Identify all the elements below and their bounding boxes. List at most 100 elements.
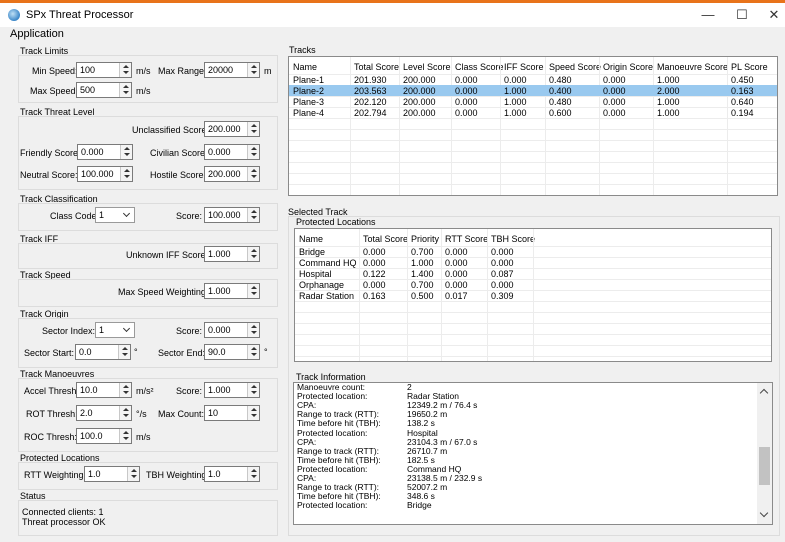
pl-cell[interactable]: 0.000 — [491, 247, 514, 257]
spin-arrows-icon[interactable] — [120, 167, 132, 181]
scroll-down-icon[interactable] — [759, 508, 769, 518]
tracks-cell[interactable]: 1.000 — [504, 108, 527, 118]
spin-arrows-icon[interactable] — [247, 63, 259, 77]
class-code-select[interactable]: 1 — [95, 207, 135, 223]
tracks-cell[interactable]: 200.000 — [403, 86, 436, 96]
spin-arrows-icon[interactable] — [247, 406, 259, 420]
pl-col-header[interactable]: TBH Score — [491, 234, 535, 244]
origin-score-spinbox[interactable]: 0.000 — [204, 322, 260, 338]
tracks-col-header[interactable]: Total Score — [354, 62, 399, 72]
pl-cell[interactable]: 0.309 — [491, 291, 514, 301]
pl-cell[interactable]: 0.000 — [445, 280, 468, 290]
spin-arrows-icon[interactable] — [247, 167, 259, 181]
classification-score-spinbox[interactable]: 100.000 — [204, 207, 260, 223]
tracks-cell[interactable]: 0.450 — [731, 75, 754, 85]
spin-arrows-icon[interactable] — [247, 467, 259, 481]
tracks-cell[interactable]: Plane-1 — [293, 75, 324, 85]
tracks-cell[interactable]: 202.120 — [354, 97, 387, 107]
pl-cell[interactable]: 0.000 — [445, 247, 468, 257]
tracks-col-header[interactable]: Level Score — [403, 62, 451, 72]
tracks-cell[interactable]: 0.600 — [549, 108, 572, 118]
sector-end-spinbox[interactable]: 90.0 — [204, 344, 260, 360]
tracks-col-header[interactable]: Manoeuvre Score — [657, 62, 728, 72]
tracks-col-header[interactable]: Class Score — [455, 62, 504, 72]
pl-cell[interactable]: 0.000 — [363, 247, 386, 257]
spin-arrows-icon[interactable] — [247, 247, 259, 261]
tracks-cell[interactable]: 0.480 — [549, 75, 572, 85]
spin-arrows-icon[interactable] — [247, 383, 259, 397]
tracks-cell[interactable]: 1.000 — [504, 97, 527, 107]
tracks-cell[interactable]: 0.000 — [603, 86, 626, 96]
hostile-score-spinbox[interactable]: 200.000 — [204, 166, 260, 182]
spin-arrows-icon[interactable] — [247, 345, 259, 359]
tracks-cell[interactable]: 0.000 — [455, 108, 478, 118]
pl-cell[interactable]: 0.700 — [411, 247, 434, 257]
maximize-button[interactable]: ☐ — [724, 5, 760, 25]
spin-arrows-icon[interactable] — [247, 208, 259, 222]
spin-arrows-icon[interactable] — [119, 83, 131, 97]
track-information-scrollbar[interactable] — [757, 383, 772, 524]
pl-cell[interactable]: 0.000 — [491, 280, 514, 290]
tracks-cell[interactable]: 0.194 — [731, 108, 754, 118]
tracks-cell[interactable]: 0.000 — [603, 97, 626, 107]
spin-arrows-icon[interactable] — [247, 122, 259, 136]
pl-cell[interactable]: 0.000 — [445, 258, 468, 268]
spin-arrows-icon[interactable] — [119, 406, 131, 420]
tracks-cell[interactable]: 0.000 — [603, 108, 626, 118]
pl-cell[interactable]: 1.400 — [411, 269, 434, 279]
tracks-cell[interactable]: 1.000 — [657, 75, 680, 85]
tracks-cell[interactable]: Plane-4 — [293, 108, 324, 118]
pl-cell[interactable]: Bridge — [299, 247, 325, 257]
tracks-cell[interactable]: 200.000 — [403, 97, 436, 107]
tracks-cell[interactable]: 202.794 — [354, 108, 387, 118]
pl-col-header[interactable]: Name — [299, 234, 323, 244]
pl-cell[interactable]: 0.017 — [445, 291, 468, 301]
pl-cell[interactable]: 0.000 — [363, 280, 386, 290]
tbh-weighting-spinbox[interactable]: 1.0 — [204, 466, 260, 482]
max-range-spinbox[interactable]: 20000 — [204, 62, 260, 78]
accel-thresh-spinbox[interactable]: 10.0 — [76, 382, 132, 398]
pl-cell[interactable]: Hospital — [299, 269, 332, 279]
tracks-cell[interactable]: 201.930 — [354, 75, 387, 85]
scrollbar-thumb[interactable] — [759, 447, 770, 485]
unknown-iff-score-spinbox[interactable]: 1.000 — [204, 246, 260, 262]
roc-thresh-spinbox[interactable]: 100.0 — [76, 428, 132, 444]
tracks-col-header[interactable]: PL Score — [731, 62, 768, 72]
tracks-cell[interactable]: 203.563 — [354, 86, 387, 96]
sector-index-select[interactable]: 1 — [95, 322, 135, 338]
minimize-button[interactable]: — — [690, 5, 726, 25]
tracks-cell[interactable]: 200.000 — [403, 108, 436, 118]
spin-arrows-icon[interactable] — [119, 63, 131, 77]
unclassified-score-spinbox[interactable]: 200.000 — [204, 121, 260, 137]
tracks-col-header[interactable]: Name — [293, 62, 317, 72]
tracks-cell[interactable]: 0.400 — [549, 86, 572, 96]
pl-cell[interactable]: 0.700 — [411, 280, 434, 290]
min-speed-spinbox[interactable]: 100 — [76, 62, 132, 78]
pl-cell[interactable]: 1.000 — [411, 258, 434, 268]
pl-cell[interactable]: 0.000 — [363, 258, 386, 268]
tracks-cell[interactable]: Plane-2 — [293, 86, 324, 96]
tracks-cell[interactable]: 200.000 — [403, 75, 436, 85]
rot-thresh-spinbox[interactable]: 2.0 — [76, 405, 132, 421]
pl-cell[interactable]: 0.000 — [445, 269, 468, 279]
track-information-text[interactable]: Manoeuvre count: 2 Protected location: Rada… — [293, 382, 773, 525]
pl-cell[interactable]: 0.087 — [491, 269, 514, 279]
tracks-cell[interactable]: 0.480 — [549, 97, 572, 107]
neutral-score-spinbox[interactable]: 100.000 — [77, 166, 133, 182]
spin-arrows-icon[interactable] — [247, 145, 259, 159]
pl-cell[interactable]: Radar Station — [299, 291, 354, 301]
pl-cell[interactable]: Orphanage — [299, 280, 344, 290]
spin-arrows-icon[interactable] — [119, 383, 131, 397]
tracks-col-header[interactable]: Speed Score — [549, 62, 601, 72]
max-count-spinbox[interactable]: 10 — [204, 405, 260, 421]
tracks-cell[interactable]: 0.000 — [455, 86, 478, 96]
tracks-cell[interactable]: 0.000 — [455, 75, 478, 85]
tracks-cell[interactable]: 2.000 — [657, 86, 680, 96]
pl-cell[interactable]: 0.122 — [363, 269, 386, 279]
tracks-cell[interactable]: 0.163 — [731, 86, 754, 96]
civilian-score-spinbox[interactable]: 0.000 — [204, 144, 260, 160]
tracks-col-header[interactable]: Origin Score — [603, 62, 653, 72]
spin-arrows-icon[interactable] — [119, 429, 131, 443]
tracks-col-header[interactable]: IFF Score — [504, 62, 544, 72]
max-speed-weighting-spinbox[interactable]: 1.000 — [204, 283, 260, 299]
